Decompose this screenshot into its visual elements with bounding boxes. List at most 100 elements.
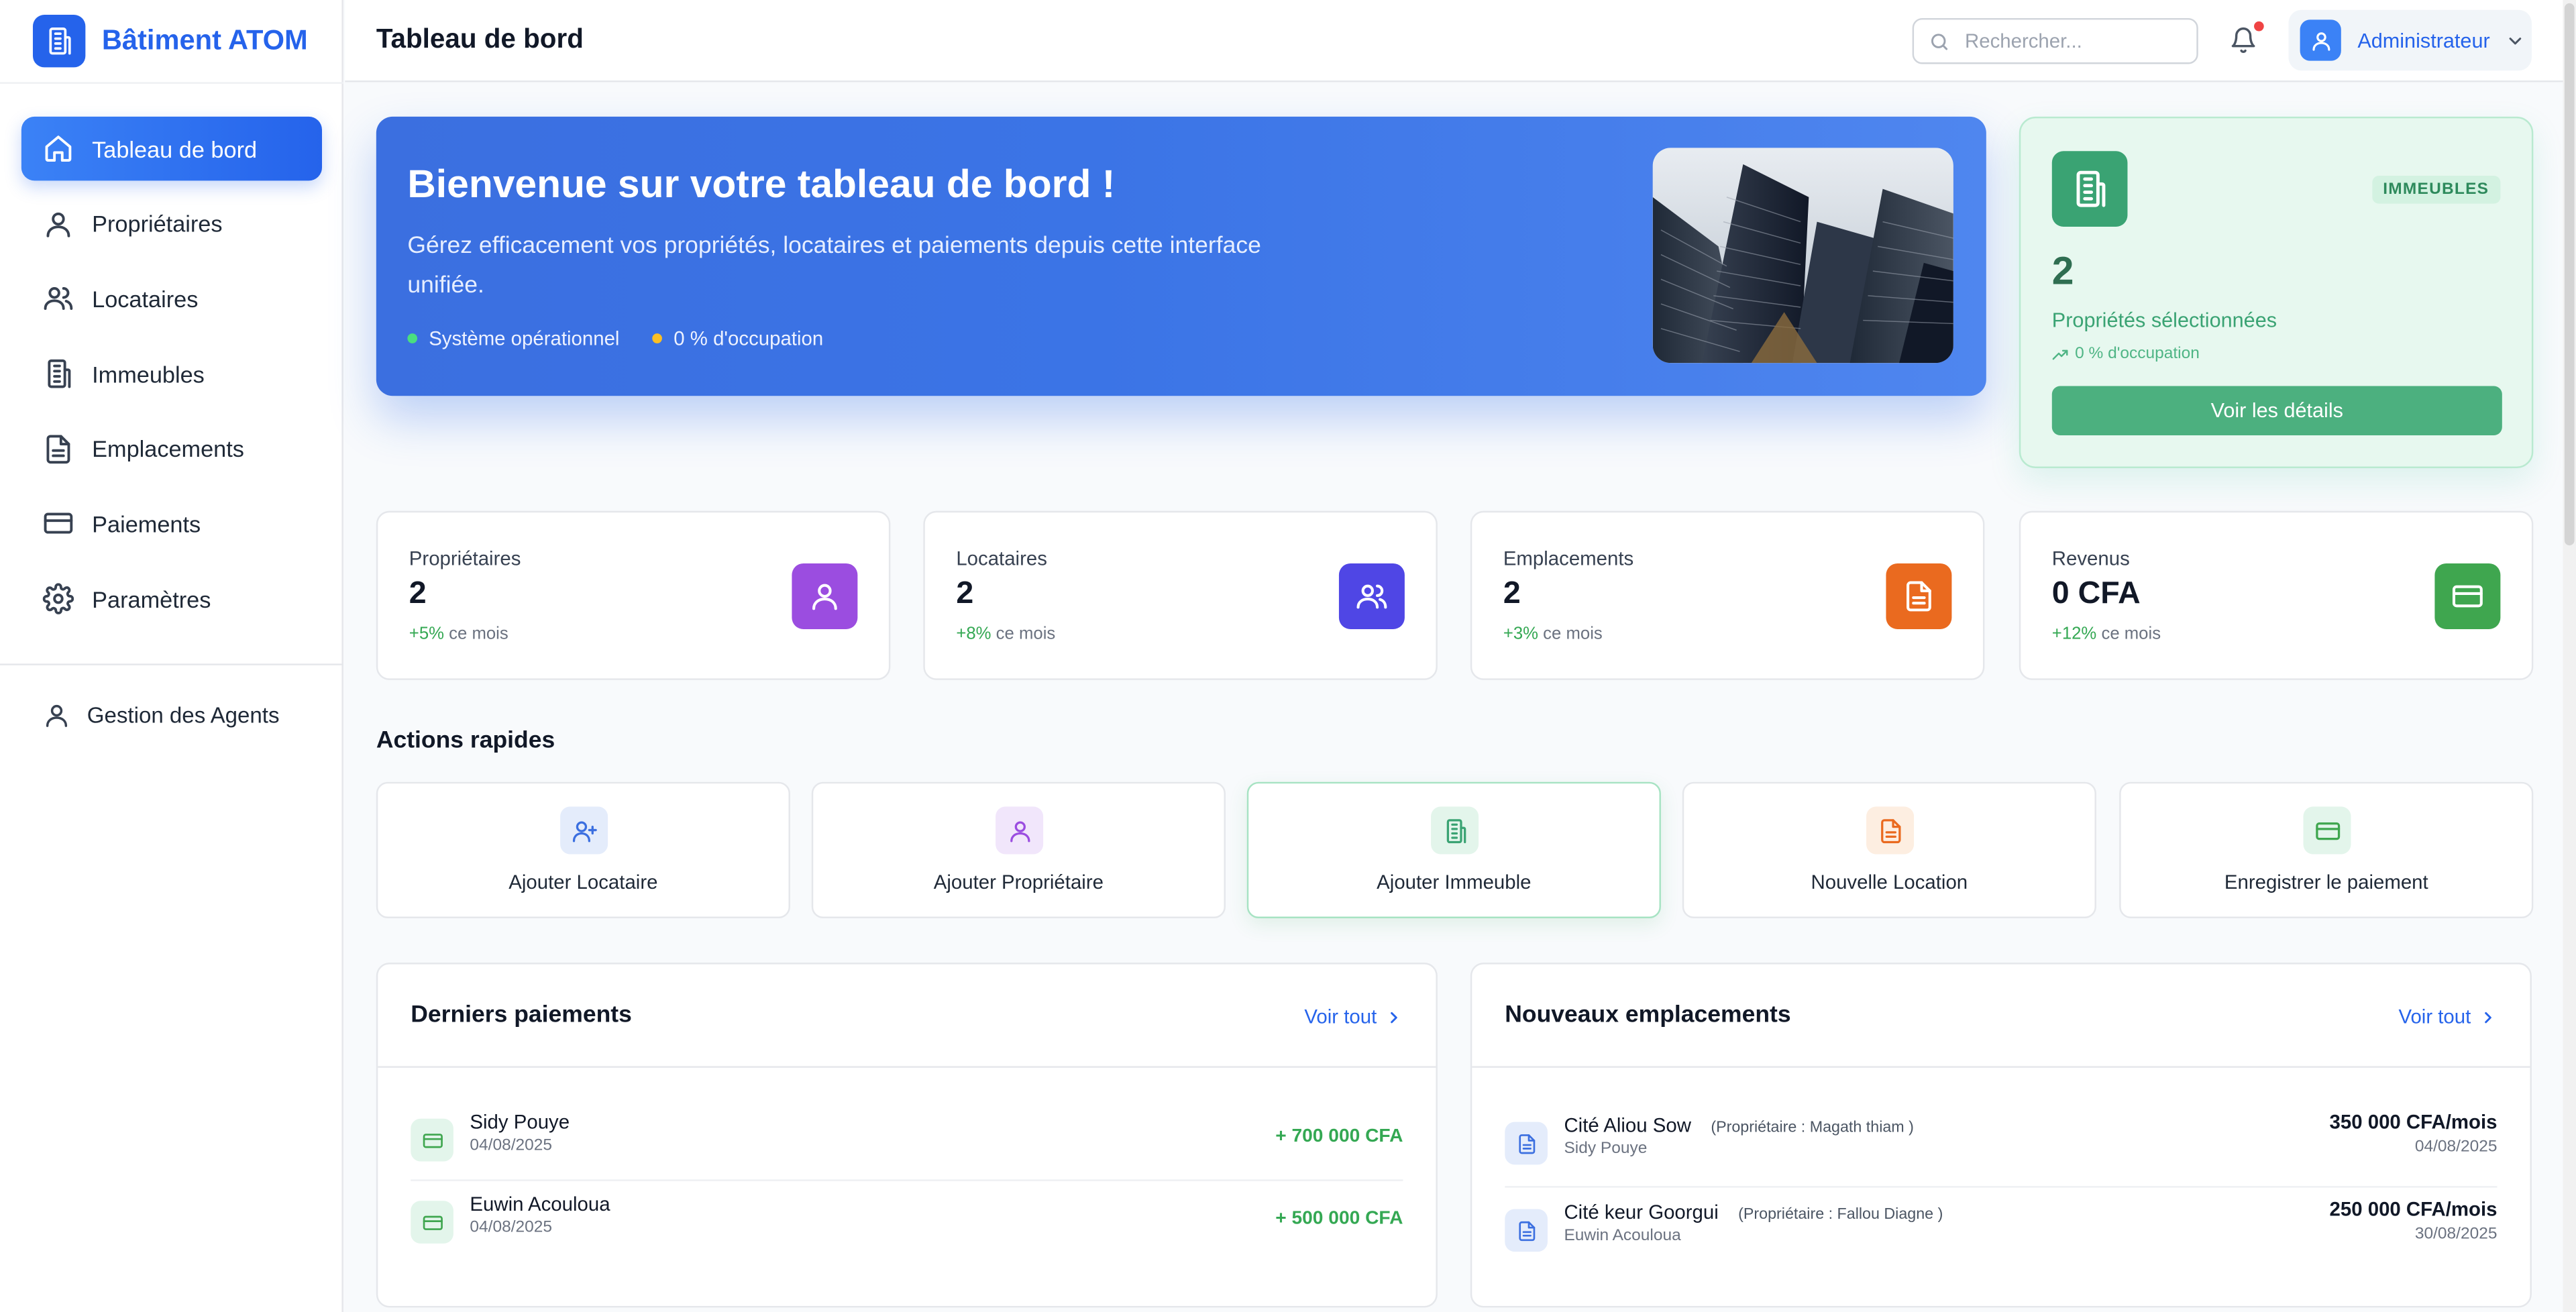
immeubles-card-icon bbox=[2051, 151, 2128, 227]
occupancy-dot bbox=[652, 333, 663, 343]
payment-icon bbox=[411, 1118, 453, 1162]
sidebar-item-label: Immeubles bbox=[92, 360, 205, 387]
sidebar-item-locataires[interactable]: Locataires bbox=[21, 267, 322, 331]
stat-value: 2 bbox=[409, 576, 427, 612]
view-all-payments-link[interactable]: Voir tout bbox=[1304, 1005, 1403, 1028]
list-item[interactable]: Sidy Pouye 04/08/2025 + 700 000 CFA bbox=[411, 1099, 1403, 1181]
welcome-title: Bienvenue sur votre tableau de bord ! bbox=[407, 162, 1116, 207]
stat-card-locataires[interactable]: Locataires 2 +8% ce mois bbox=[923, 510, 1438, 680]
record-payment-button[interactable]: Enregistrer le paiement bbox=[2119, 781, 2534, 918]
user-icon bbox=[2309, 29, 2332, 52]
payment-amount: + 700 000 CFA bbox=[1275, 1127, 1403, 1147]
status-row: Système opérationnel 0 % d'occupation bbox=[407, 327, 856, 350]
stat-trend-period: ce mois bbox=[2101, 624, 2161, 645]
add-building-button[interactable]: Ajouter Immeuble bbox=[1246, 781, 1661, 918]
location-name-line: Cité Aliou Sow (Propriétaire : Magath thi… bbox=[1564, 1113, 1913, 1136]
stat-trend-period: ce mois bbox=[1543, 624, 1603, 645]
add-tenant-button[interactable]: Ajouter Locataire bbox=[376, 781, 790, 918]
stat-icon bbox=[1886, 563, 1952, 629]
sidebar-item-proprietaires[interactable]: Propriétaires bbox=[21, 192, 322, 256]
sidebar-item-paiements[interactable]: Paiements bbox=[21, 492, 322, 556]
user-menu[interactable]: Administrateur bbox=[2288, 9, 2532, 71]
chevron-right-icon bbox=[1385, 1007, 1403, 1026]
sidebar-item-immeubles[interactable]: Immeubles bbox=[21, 342, 322, 406]
location-tenant: Sidy Pouye bbox=[1564, 1140, 1648, 1158]
credit-card-icon bbox=[2314, 817, 2340, 843]
view-all-label: Voir tout bbox=[1304, 1005, 1377, 1029]
brand-name: Bâtiment ATOM bbox=[101, 24, 308, 56]
divider bbox=[378, 1066, 1436, 1068]
main-nav: Tableau de bord Propriétaires Locataires… bbox=[21, 116, 323, 642]
search-icon bbox=[1929, 30, 1950, 52]
system-status: Système opérationnel bbox=[407, 327, 619, 350]
stat-trend-period: ce mois bbox=[996, 624, 1056, 645]
location-price: 350 000 CFA/mois bbox=[2329, 1110, 2498, 1134]
stat-trend: +12% ce mois bbox=[2052, 624, 2161, 644]
user-name: Administrateur bbox=[2357, 28, 2490, 52]
location-tenant: Euwin Acouloua bbox=[1564, 1227, 1681, 1246]
credit-card-icon bbox=[43, 508, 74, 540]
sidebar-item-label: Emplacements bbox=[92, 435, 244, 462]
qa-icon bbox=[1866, 806, 1915, 855]
view-all-locations-link[interactable]: Voir tout bbox=[2398, 1005, 2497, 1028]
users-icon bbox=[43, 283, 74, 315]
qa-label: Ajouter Immeuble bbox=[1377, 870, 1532, 894]
building-icon bbox=[43, 358, 74, 390]
stat-trend-percent: +3% bbox=[1503, 624, 1539, 645]
bell-icon[interactable] bbox=[2229, 26, 2257, 54]
list-item[interactable]: Cité keur Goorgui (Propriétaire : Fallou … bbox=[1505, 1189, 2497, 1271]
user-icon bbox=[808, 580, 841, 612]
gear-icon bbox=[42, 583, 74, 615]
home-icon bbox=[43, 133, 74, 164]
brand[interactable]: Bâtiment ATOM bbox=[32, 15, 308, 68]
notification-badge bbox=[2254, 21, 2264, 32]
sidebar-item-emplacements[interactable]: Emplacements bbox=[21, 417, 322, 481]
sidebar-item-parametres[interactable]: Paramètres bbox=[21, 567, 322, 631]
document-icon bbox=[1902, 580, 1935, 612]
stat-icon bbox=[2434, 563, 2501, 629]
scrollbar-thumb[interactable] bbox=[2564, 3, 2575, 546]
qa-label: Ajouter Propriétaire bbox=[933, 870, 1104, 894]
sidebar-item-label: Paiements bbox=[92, 510, 201, 537]
new-rental-button[interactable]: Nouvelle Location bbox=[1682, 781, 2096, 918]
user-icon bbox=[1006, 817, 1032, 843]
qa-icon bbox=[1431, 806, 1479, 855]
sidebar-item-gestion-agents[interactable]: Gestion des Agents bbox=[43, 702, 280, 730]
panel-title: Derniers paiements bbox=[411, 1001, 632, 1029]
chevron-down-icon bbox=[2505, 30, 2524, 50]
chevron-right-icon bbox=[2479, 1007, 2498, 1026]
stat-value: 0 CFA bbox=[2051, 576, 2141, 612]
payment-name: Euwin Acouloua bbox=[470, 1192, 610, 1216]
buildings-image bbox=[1652, 148, 1953, 364]
add-owner-button[interactable]: Ajouter Propriétaire bbox=[811, 781, 1226, 918]
search-box[interactable] bbox=[1912, 17, 2198, 64]
sidebar-item-tableau-de-bord[interactable]: Tableau de bord bbox=[21, 116, 323, 181]
list-item[interactable]: Euwin Acouloua 04/08/2025 + 500 000 CFA bbox=[411, 1181, 1403, 1263]
view-details-button[interactable]: Voir les détails bbox=[2051, 386, 2502, 435]
divider bbox=[0, 82, 343, 84]
divider bbox=[0, 663, 343, 665]
stat-card-proprietaires[interactable]: Propriétaires 2 +5% ce mois bbox=[376, 510, 891, 680]
stat-trend-percent: +8% bbox=[956, 624, 991, 645]
stat-card-revenus[interactable]: Revenus 0 CFA +12% ce mois bbox=[2019, 510, 2534, 680]
document-icon bbox=[1877, 817, 1903, 843]
stat-icon bbox=[1338, 563, 1405, 629]
search-input[interactable] bbox=[1965, 30, 2195, 53]
location-price: 250 000 CFA/mois bbox=[2329, 1197, 2498, 1221]
stat-label: Revenus bbox=[2051, 547, 2130, 570]
quick-actions-title: Actions rapides bbox=[376, 727, 555, 755]
stat-trend: +5% ce mois bbox=[409, 624, 508, 644]
immeubles-badge: IMMEUBLES bbox=[2371, 176, 2501, 204]
location-owner: (Propriétaire : Magath thiam ) bbox=[1711, 1118, 1914, 1137]
user-plus-icon bbox=[571, 817, 597, 843]
qa-label: Ajouter Locataire bbox=[508, 870, 658, 894]
stat-label: Propriétaires bbox=[409, 547, 521, 570]
list-item[interactable]: Cité Aliou Sow (Propriétaire : Magath thi… bbox=[1505, 1102, 2497, 1184]
payment-icon bbox=[411, 1201, 453, 1244]
user-icon bbox=[43, 702, 71, 730]
stat-value: 2 bbox=[956, 576, 974, 612]
trend-up-icon bbox=[2052, 346, 2068, 362]
stat-trend: +3% ce mois bbox=[1503, 624, 1603, 644]
stat-card-emplacements[interactable]: Emplacements 2 +3% ce mois bbox=[1470, 510, 1985, 680]
divider bbox=[1472, 1066, 2530, 1068]
